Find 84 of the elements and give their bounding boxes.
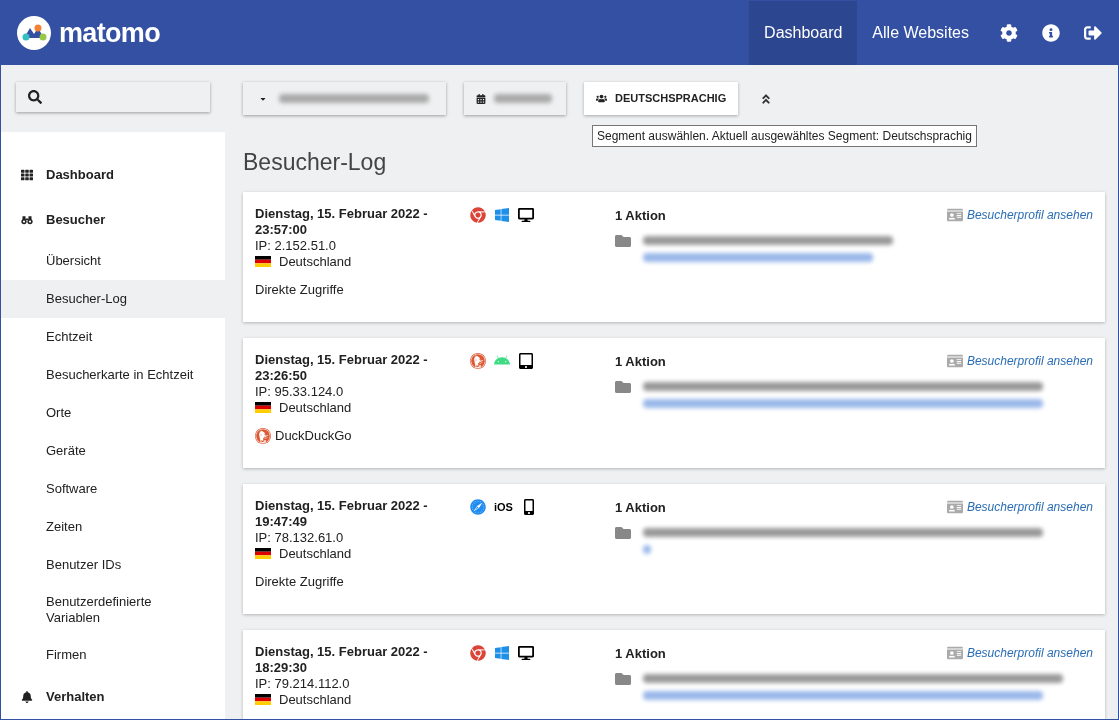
folder-icon (615, 379, 631, 395)
four-panes-icon (494, 644, 510, 661)
action-count: 1 Aktion (615, 644, 666, 663)
action-count: 1 Aktion (615, 498, 666, 517)
settings-icon[interactable] (1000, 24, 1018, 42)
folder-icon (615, 525, 631, 541)
visit-time: 18:29:30 (255, 659, 309, 676)
binoculars-icon (21, 213, 33, 226)
calendar-icon (476, 93, 486, 104)
sidebar-item[interactable]: Firmen (1, 636, 225, 674)
folder-icon (615, 233, 631, 249)
visitor-profile-link[interactable]: Besucherprofil ansehen (946, 206, 1093, 225)
logout-icon[interactable] (1084, 24, 1102, 42)
country-name: Deutschland (279, 545, 352, 562)
flag-icon (255, 256, 271, 267)
flag-icon (255, 402, 271, 413)
visit-time: 19:47:49 (255, 513, 309, 530)
duck-icon (255, 427, 271, 444)
ip-address: IP: 79.214.112.0 (255, 675, 351, 692)
nav-tab[interactable]: Dashboard (749, 1, 858, 65)
visit-date: Dienstag, 15. Februar 2022 - (255, 205, 429, 222)
visitor-profile-link[interactable]: Besucherprofil ansehen (946, 498, 1093, 517)
sidebar-item[interactable]: Besucher-Log (1, 280, 225, 318)
country-name: Deutschland (279, 253, 352, 270)
country-name: Deutschland (279, 691, 352, 708)
duck-icon (470, 352, 486, 369)
referrer-label: Direkte Zugriffe (255, 281, 344, 298)
search-icon (28, 90, 42, 104)
visit-date: Dienstag, 15. Februar 2022 - (255, 351, 429, 368)
monitor-icon (518, 206, 534, 223)
four-panes-icon (494, 206, 510, 223)
visit-date: Dienstag, 15. Februar 2022 - (255, 497, 429, 514)
collapse-icon[interactable] (760, 92, 773, 105)
ip-address: IP: 2.152.51.0 (255, 237, 337, 254)
info-icon[interactable] (1042, 24, 1060, 42)
sidebar-item[interactable]: Besucherkarte in Echtzeit (1, 356, 225, 394)
blurred-page-url (643, 545, 651, 554)
visitor-profile-link[interactable]: Besucherprofil ansehen (946, 352, 1093, 371)
segment-tooltip: Segment auswählen. Aktuell ausgewähltes Segment: Deutschsprachig (592, 125, 977, 147)
page-title: Besucher-Log (243, 148, 388, 177)
profile-card-icon (946, 207, 963, 224)
round-logo-icon (470, 644, 486, 661)
referrer-label: DuckDuckGo (275, 427, 352, 444)
flag-icon (255, 548, 271, 559)
monitor-icon (518, 644, 534, 661)
profile-card-icon (946, 645, 963, 662)
os-label: iOS (494, 499, 513, 515)
flag-icon (255, 694, 271, 705)
round-logo-icon (470, 206, 486, 223)
profile-card-icon (946, 499, 963, 516)
blurred-date (494, 94, 552, 103)
visit-time: 23:57:00 (255, 221, 309, 238)
bell-icon (21, 690, 33, 703)
sidebar-item[interactable]: Zeiten (1, 508, 225, 546)
sidebar-item[interactable]: Software (1, 470, 225, 508)
action-count: 1 Aktion (615, 206, 666, 225)
visitor-profile-link[interactable]: Besucherprofil ansehen (946, 644, 1093, 663)
tablet-icon (518, 352, 534, 369)
ip-address: IP: 78.132.61.0 (255, 529, 345, 546)
action-count: 1 Aktion (615, 352, 666, 371)
folder-icon (615, 671, 631, 687)
sidebar-item[interactable]: Orte (1, 394, 225, 432)
sidebar-item[interactable]: Übersicht (1, 242, 225, 280)
grid-icon (21, 168, 33, 181)
sidebar-item[interactable]: Benutzerdefinierte Variablen (1, 584, 225, 636)
profile-card-icon (946, 353, 963, 370)
nav-tab[interactable]: Alle Websites (857, 1, 984, 65)
sidebar-item[interactable]: Geräte (1, 432, 225, 470)
visit-date: Dienstag, 15. Februar 2022 - (255, 643, 429, 660)
logo-icon (17, 16, 51, 50)
segment-button[interactable]: DEUTSCHSPRACHIG (584, 82, 739, 115)
country-name: Deutschland (279, 399, 352, 416)
search-field[interactable] (16, 82, 210, 112)
sidebar-section[interactable]: Dashboard (1, 152, 225, 197)
sidebar-item[interactable]: Benutzer IDs (1, 546, 225, 584)
ip-address: IP: 95.33.124.0 (255, 383, 345, 400)
people-icon (596, 93, 607, 104)
sidebar-section[interactable]: Verhalten (1, 674, 225, 719)
compass-icon (470, 498, 486, 515)
referrer-label: Direkte Zugriffe (255, 573, 344, 590)
logo-text: matomo (59, 16, 160, 50)
visit-time: 23:26:50 (255, 367, 309, 384)
sidebar-item[interactable]: Echtzeit (1, 318, 225, 356)
sidebar-section[interactable]: Besucher (1, 197, 225, 242)
